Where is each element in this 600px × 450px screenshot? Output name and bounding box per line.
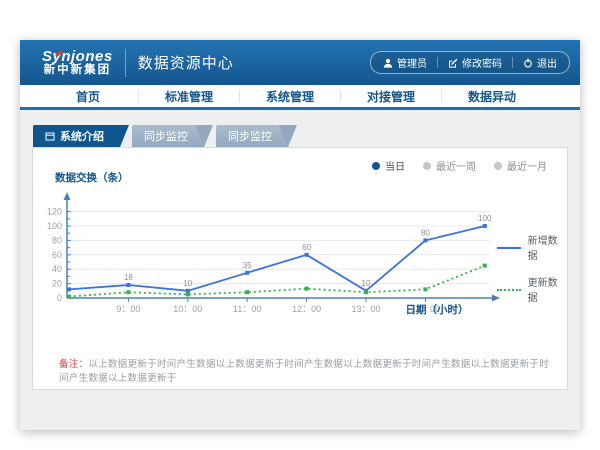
header-divider [125,49,126,77]
nav-item-standard-mgmt[interactable]: 标准管理 [139,85,239,107]
logout-label: 退出 [537,55,557,70]
time-range-filters: 当日 最近一周 最近一月 [372,158,547,173]
svg-text:35: 35 [243,261,252,270]
nav-item-interface-mgmt[interactable]: 对接管理 [341,85,441,107]
nav-item-data-change[interactable]: 数据异动 [442,85,542,107]
svg-text:10：00: 10：00 [173,304,202,314]
user-toolbar: 管理员 修改密码 退出 [370,51,570,74]
legend-item-new-data: 新增数据 [497,232,567,262]
legend-line-sample [497,289,521,291]
chart-panel: 当日 最近一周 最近一月 数据交换（条） 0 20 40 60 80 100 120 9：00… [32,147,568,390]
svg-text:12：00: 12：00 [292,304,321,314]
svg-text:120: 120 [47,207,62,217]
filter-option-last-week[interactable]: 最近一周 [423,158,476,173]
tab-label: 同步监控 [144,128,188,144]
filter-option-today[interactable]: 当日 [372,158,405,173]
pill-divider [512,57,513,68]
tab-label: 系统介绍 [60,128,104,144]
user-icon [383,58,393,68]
change-password-button[interactable]: 修改密码 [448,55,502,70]
tab-sync-monitor-1[interactable]: 同步监控 [132,125,204,147]
svg-text:100: 100 [478,214,492,223]
current-user-button[interactable]: 管理员 [383,55,427,70]
chart-area: 0 20 40 60 80 100 120 9：00 10：00 11：00 12：00 13：00 1… [37,186,517,338]
y-axis-title: 数据交换（条） [55,170,129,185]
legend-label: 新增数据 [528,232,567,262]
svg-text:20: 20 [52,279,62,289]
app-header: Synjones 新中新集团 数据资源中心 管理员 [20,40,580,85]
screen: Synjones 新中新集团 数据资源中心 管理员 [0,0,600,450]
svg-text:80: 80 [421,228,430,237]
svg-text:10: 10 [183,279,192,288]
pill-divider [437,57,438,68]
edit-icon [448,58,458,68]
content-area: 系统介绍 同步监控 同步监控 当日 最近一周 [20,110,580,430]
username-label: 管理员 [397,55,427,70]
filter-option-last-month[interactable]: 最近一月 [494,158,547,173]
svg-text:11：00: 11：00 [233,304,261,314]
svg-text:60: 60 [52,250,62,260]
change-password-label: 修改密码 [462,55,502,70]
svg-text:18: 18 [124,273,133,282]
svg-text:13：00: 13：00 [351,304,380,314]
footnote-prefix: 备注： [59,359,88,370]
power-icon [523,58,533,68]
brand-logo: Synjones 新中新集团 [42,49,113,77]
svg-text:40: 40 [52,264,62,274]
legend-label: 更新数据 [528,274,567,304]
tab-label: 同步监控 [228,128,272,144]
svg-text:9：00: 9：00 [116,304,140,314]
x-axis-title: 日期（小时） [389,302,485,317]
page-title: 数据资源中心 [138,52,234,73]
nav-item-home[interactable]: 首页 [38,85,138,107]
svg-text:0: 0 [57,293,62,303]
radio-icon [494,162,502,170]
tab-system-intro[interactable]: 系统介绍 [33,125,120,147]
svg-text:10: 10 [362,279,371,288]
svg-text:80: 80 [52,235,62,245]
brand-logo-cn: 新中新集团 [44,64,112,76]
filter-label: 最近一周 [436,158,476,173]
brand-logo-text: Synjones [42,49,113,65]
tab-bar: 系统介绍 同步监控 同步监控 [33,125,300,147]
tab-sync-monitor-2[interactable]: 同步监控 [216,125,288,147]
footnote: 备注：以上数据更新于时间产生数据以上数据更新于时间产生数据以上数据更新于时间产生… [59,356,551,384]
legend-line-sample [497,247,521,249]
svg-text:60: 60 [302,243,311,252]
footnote-text: 以上数据更新于时间产生数据以上数据更新于时间产生数据以上数据更新于时间产生数据以… [59,359,549,384]
app-window: Synjones 新中新集团 数据资源中心 管理员 [20,40,580,430]
chart-legend: 新增数据 更新数据 [497,232,567,304]
filter-label: 最近一月 [507,158,547,173]
svg-text:100: 100 [47,221,62,231]
main-nav: 首页 标准管理 系统管理 对接管理 数据异动 [20,85,580,110]
document-icon [45,132,55,141]
logout-button[interactable]: 退出 [523,55,557,70]
filter-label: 当日 [385,158,405,173]
legend-item-updated-data: 更新数据 [497,274,567,304]
nav-item-system-mgmt[interactable]: 系统管理 [240,85,340,107]
radio-icon [423,162,431,170]
radio-icon [372,162,380,170]
